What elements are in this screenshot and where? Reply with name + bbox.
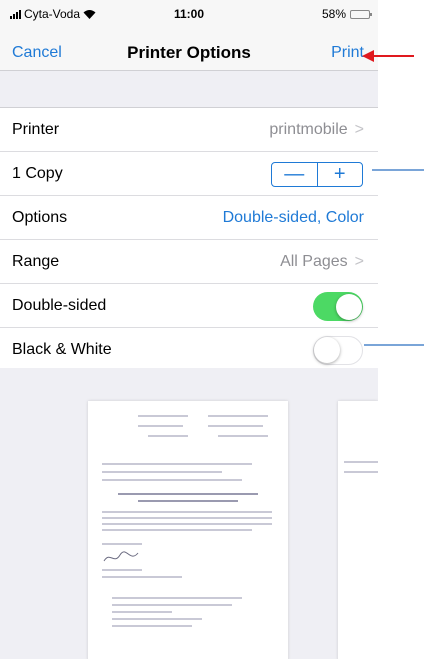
annotation-arrow-icon: [362, 50, 414, 62]
phone-screen: Cyta-Voda 11:00 58% Cancel Printer Optio…: [0, 0, 378, 659]
doc-text-line: [112, 625, 192, 627]
doc-text-line: [344, 461, 378, 463]
battery-percent: 58%: [321, 7, 346, 21]
copies-row: 1 Copy — +: [0, 152, 378, 196]
double-sided-label: Double-sided: [12, 297, 107, 314]
doc-text-line: [102, 569, 142, 571]
chevron-right-icon: >: [354, 121, 364, 138]
doc-text-line: [102, 576, 182, 578]
options-row[interactable]: Options Double-sided, Color: [0, 196, 378, 240]
doc-logo-line: [208, 415, 268, 417]
preview-page-2[interactable]: [338, 401, 378, 659]
range-text: All Pages: [280, 253, 348, 270]
doc-text-line: [102, 463, 252, 465]
doc-text-line: [112, 618, 202, 620]
options-value[interactable]: Double-sided, Color: [223, 209, 364, 227]
doc-title-line: [118, 493, 258, 495]
doc-text-line: [112, 604, 232, 606]
doc-header-line: [138, 425, 183, 427]
doc-text-line: [112, 597, 242, 599]
preview-page-1[interactable]: [88, 401, 288, 659]
toggle-knob: [335, 293, 362, 320]
decrement-button[interactable]: —: [272, 163, 318, 186]
page-title: Printer Options: [127, 43, 251, 62]
printer-row[interactable]: Printer printmobile >: [0, 108, 378, 152]
doc-text-line: [102, 517, 272, 519]
doc-text-line: [102, 523, 272, 525]
black-white-label: Black & White: [12, 341, 112, 358]
annotation-line-toggle: [364, 344, 424, 346]
doc-text-line: [102, 543, 142, 545]
doc-text-line: [102, 479, 242, 481]
annotation-line-stepper: [372, 169, 424, 171]
status-bar: Cyta-Voda 11:00 58%: [0, 0, 378, 26]
copies-label: 1 Copy: [12, 165, 63, 182]
battery-icon: [350, 9, 372, 19]
chevron-right-icon: >: [354, 253, 364, 270]
printer-label: Printer: [12, 121, 60, 138]
range-label: Range: [12, 253, 60, 270]
printer-value: printmobile >: [269, 121, 364, 139]
navigation-bar: Cancel Printer Options Print: [0, 26, 378, 71]
doc-title-line: [138, 500, 238, 502]
options-label: Options: [12, 209, 68, 226]
doc-header-line: [148, 435, 188, 437]
black-white-toggle[interactable]: [313, 336, 363, 365]
doc-text-line: [112, 611, 172, 613]
section-spacer: [0, 71, 378, 108]
increment-button[interactable]: +: [318, 163, 363, 186]
toggle-knob: [314, 337, 340, 363]
doc-logo-line: [208, 425, 263, 427]
doc-header-line: [218, 435, 268, 437]
doc-text-line: [102, 511, 272, 513]
doc-text-line: [102, 529, 252, 531]
printer-name: printmobile: [269, 121, 348, 138]
print-preview: [0, 368, 378, 659]
range-value: All Pages >: [280, 253, 364, 271]
double-sided-row: Double-sided: [0, 284, 378, 328]
doc-header-line: [138, 415, 188, 417]
signature-icon: [103, 551, 139, 562]
options-list: Printer printmobile > 1 Copy — + Options …: [0, 108, 378, 372]
range-row[interactable]: Range All Pages >: [0, 240, 378, 284]
double-sided-toggle[interactable]: [313, 292, 363, 321]
copies-stepper[interactable]: — +: [271, 162, 363, 187]
doc-text-line: [344, 471, 378, 473]
black-white-row: Black & White: [0, 328, 378, 372]
battery-info: 58%: [321, 7, 372, 21]
doc-text-line: [102, 471, 222, 473]
